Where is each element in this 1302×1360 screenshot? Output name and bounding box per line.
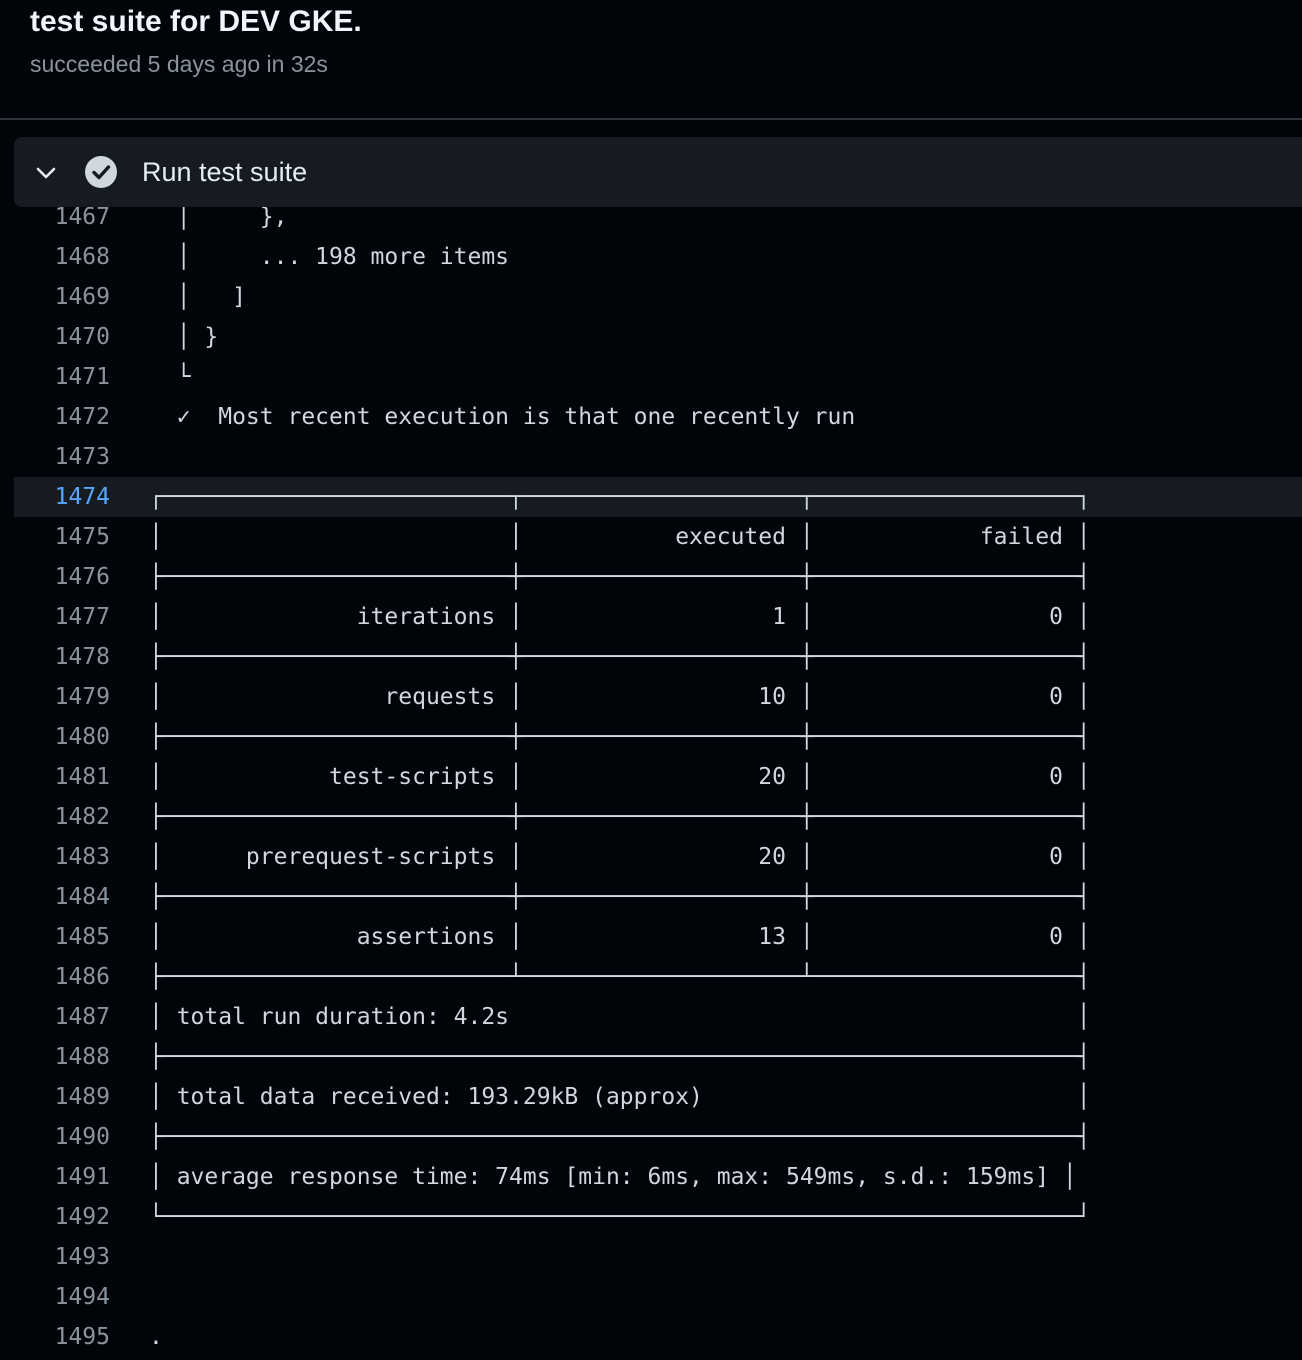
log-line-text: │ │ executed │ failed │	[149, 524, 1091, 550]
log-line[interactable]: 1469 │ ]	[0, 277, 1302, 317]
log-line[interactable]: 1479 │ requests │ 10 │ 0 │	[0, 677, 1302, 717]
log-line[interactable]: 1471 └	[0, 357, 1302, 397]
log-line-text: │ ... 198 more items	[149, 244, 510, 270]
log-line[interactable]: 1493	[0, 1237, 1302, 1277]
line-number[interactable]: 1490	[14, 1117, 110, 1157]
line-number[interactable]: 1485	[14, 917, 110, 957]
log-line[interactable]: 1492 └───────────────────────────────────…	[0, 1197, 1302, 1237]
line-number[interactable]: 1482	[14, 797, 110, 837]
line-number[interactable]: 1469	[14, 277, 110, 317]
log-line[interactable]: 1484 ├─────────────────────────┼─────────…	[0, 877, 1302, 917]
log-line[interactable]: 1486 ├─────────────────────────┴─────────…	[0, 957, 1302, 997]
log-line-text: │ average response time: 74ms [min: 6ms,…	[149, 1164, 1077, 1190]
log-line[interactable]: 1494	[0, 1277, 1302, 1317]
log-line[interactable]: 1490 ├───────────────────────────────────…	[0, 1117, 1302, 1157]
log-line[interactable]: 1489 │ total data received: 193.29kB (app…	[0, 1077, 1302, 1117]
log-line-text: ├─────────────────────────┴─────────────…	[149, 964, 1091, 990]
line-number[interactable]: 1473	[14, 437, 110, 477]
line-number[interactable]: 1493	[14, 1237, 110, 1277]
line-number[interactable]: 1495	[14, 1317, 110, 1357]
log-line[interactable]: 1495.	[0, 1317, 1302, 1357]
log-line-text: ┌─────────────────────────┬─────────────…	[149, 484, 1091, 510]
log-line-text: │ total data received: 193.29kB (approx)…	[149, 1084, 1091, 1110]
log-line-text: ├───────────────────────────────────────…	[149, 1124, 1091, 1150]
line-number[interactable]: 1492	[14, 1197, 110, 1237]
log-line-text: .	[149, 1324, 163, 1350]
log-line-text: ✓ Most recent execution is that one rece…	[149, 404, 856, 430]
log-line-text: ├───────────────────────────────────────…	[149, 1044, 1091, 1070]
log-line[interactable]: 1488 ├───────────────────────────────────…	[0, 1037, 1302, 1077]
line-number[interactable]: 1481	[14, 757, 110, 797]
log-line[interactable]: 1487 │ total run duration: 4.2s │	[0, 997, 1302, 1037]
line-number[interactable]: 1475	[14, 517, 110, 557]
log-line-text: ├─────────────────────────┼─────────────…	[149, 644, 1091, 670]
log-line[interactable]: 1482 ├─────────────────────────┼─────────…	[0, 797, 1302, 837]
line-number[interactable]: 1489	[14, 1077, 110, 1117]
log-line[interactable]: 1476 ├─────────────────────────┼─────────…	[0, 557, 1302, 597]
line-number[interactable]: 1483	[14, 837, 110, 877]
line-number[interactable]: 1487	[14, 997, 110, 1037]
log-line[interactable]: 1483 │ prerequest-scripts │ 20 │ 0 │	[0, 837, 1302, 877]
log-line[interactable]: 1478 ├─────────────────────────┼─────────…	[0, 637, 1302, 677]
line-number[interactable]: 1470	[14, 317, 110, 357]
line-number[interactable]: 1471	[14, 357, 110, 397]
line-number[interactable]: 1484	[14, 877, 110, 917]
log-line[interactable]: 1485 │ assertions │ 13 │ 0 │	[0, 917, 1302, 957]
line-number[interactable]: 1479	[14, 677, 110, 717]
log-line[interactable]: 1481 │ test-scripts │ 20 │ 0 │	[0, 757, 1302, 797]
log-line[interactable]: 1480 ├─────────────────────────┼─────────…	[0, 717, 1302, 757]
log-line-text: ├─────────────────────────┼─────────────…	[149, 724, 1091, 750]
line-number[interactable]: 1476	[14, 557, 110, 597]
log-line-text: │ total run duration: 4.2s │	[149, 1004, 1091, 1030]
line-number[interactable]: 1468	[14, 237, 110, 277]
check-circle-icon	[85, 156, 117, 188]
log-line[interactable]: 1468 │ ... 198 more items	[0, 237, 1302, 277]
job-status-text: succeeded 5 days ago in 32s	[30, 51, 328, 77]
log-line-text: │ }	[149, 324, 219, 350]
line-number[interactable]: 1494	[14, 1277, 110, 1317]
log-line-text: │ },	[149, 207, 288, 230]
line-number[interactable]: 1474	[14, 477, 110, 517]
line-number[interactable]: 1467	[14, 207, 110, 237]
step-header[interactable]: Run test suite	[14, 137, 1302, 207]
line-number[interactable]: 1478	[14, 637, 110, 677]
log-line[interactable]: 1474 ┌─────────────────────────┬─────────…	[14, 477, 1302, 517]
log-line[interactable]: 1470 │ }	[0, 317, 1302, 357]
log-line-text: ├─────────────────────────┼─────────────…	[149, 804, 1091, 830]
step-title: Run test suite	[142, 157, 308, 187]
log-line-text: └───────────────────────────────────────…	[149, 1204, 1091, 1230]
job-title: test suite for DEV GKE.	[30, 5, 362, 38]
log-line[interactable]: 1473	[0, 437, 1302, 477]
log-output: 1467 │ }, 1468 │ ... 198 more items 1469 │…	[0, 207, 1302, 1360]
line-number[interactable]: 1486	[14, 957, 110, 997]
line-number[interactable]: 1491	[14, 1157, 110, 1197]
log-line[interactable]: 1477 │ iterations │ 1 │ 0 │	[0, 597, 1302, 637]
log-line-text: ├─────────────────────────┼─────────────…	[149, 564, 1091, 590]
log-line[interactable]: 1475 │ │ executed │ failed │	[0, 517, 1302, 557]
line-number[interactable]: 1488	[14, 1037, 110, 1077]
job-header: test suite for DEV GKE. succeeded 5 days…	[0, 0, 1302, 120]
line-number[interactable]: 1472	[14, 397, 110, 437]
log-line-text: │ test-scripts │ 20 │ 0 │	[149, 764, 1091, 790]
log-line-text: │ prerequest-scripts │ 20 │ 0 │	[149, 844, 1091, 870]
log-line[interactable]: 1467 │ },	[0, 207, 1302, 237]
log-line[interactable]: 1472 ✓ Most recent execution is that one…	[0, 397, 1302, 437]
log-line[interactable]: 1491 │ average response time: 74ms [min: …	[0, 1157, 1302, 1197]
log-line-text: │ ]	[149, 284, 246, 310]
chevron-down-icon[interactable]	[34, 161, 58, 185]
log-line-text: │ iterations │ 1 │ 0 │	[149, 604, 1091, 630]
log-lines: 1467 │ }, 1468 │ ... 198 more items 1469 │…	[0, 207, 1302, 1357]
line-number[interactable]: 1477	[14, 597, 110, 637]
line-number[interactable]: 1480	[14, 717, 110, 757]
log-line-text: │ assertions │ 13 │ 0 │	[149, 924, 1091, 950]
log-line-text: │ requests │ 10 │ 0 │	[149, 684, 1091, 710]
log-line-text: └	[149, 364, 191, 390]
log-line-text: ├─────────────────────────┼─────────────…	[149, 884, 1091, 910]
